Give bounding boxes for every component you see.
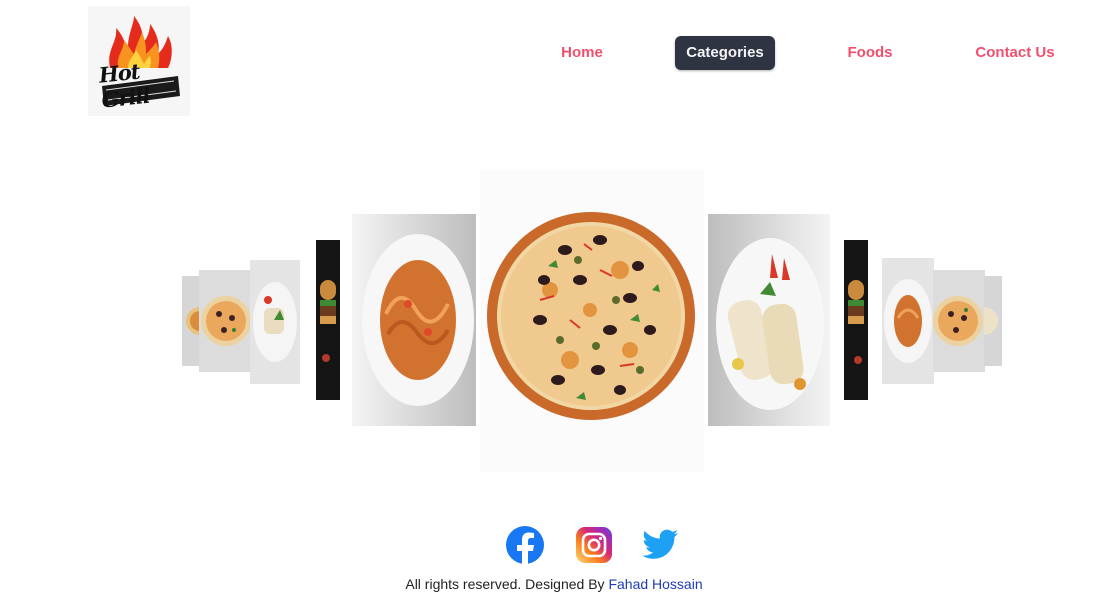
carousel-slide-active[interactable] bbox=[480, 170, 704, 472]
carousel-slide[interactable] bbox=[882, 258, 934, 384]
nav-home[interactable]: Home bbox=[548, 36, 616, 70]
copyright-text: All rights reserved. Designed By bbox=[405, 576, 605, 592]
main-nav: Home Categories Foods Contact Us bbox=[0, 36, 1108, 72]
nav-contact-us[interactable]: Contact Us bbox=[964, 36, 1066, 70]
nav-foods[interactable]: Foods bbox=[834, 36, 906, 70]
carousel-slide[interactable] bbox=[352, 214, 476, 426]
carousel-slide[interactable] bbox=[199, 270, 251, 372]
social-links bbox=[0, 524, 1108, 568]
instagram-icon[interactable] bbox=[574, 524, 614, 566]
carousel-slide[interactable] bbox=[250, 260, 300, 384]
carousel-slide[interactable] bbox=[844, 240, 868, 400]
carousel-slide[interactable] bbox=[933, 270, 985, 372]
food-carousel[interactable] bbox=[0, 160, 1108, 480]
carousel-slide[interactable] bbox=[984, 276, 1002, 366]
facebook-icon[interactable] bbox=[505, 524, 545, 566]
carousel-slide[interactable] bbox=[708, 214, 830, 426]
carousel-slide[interactable] bbox=[182, 276, 200, 366]
twitter-icon[interactable] bbox=[640, 524, 680, 566]
author-link[interactable]: Fahad Hossain bbox=[608, 576, 702, 592]
nav-categories[interactable]: Categories bbox=[675, 36, 775, 70]
carousel-slide[interactable] bbox=[316, 240, 340, 400]
copyright: All rights reserved. Designed By Fahad H… bbox=[0, 576, 1108, 592]
